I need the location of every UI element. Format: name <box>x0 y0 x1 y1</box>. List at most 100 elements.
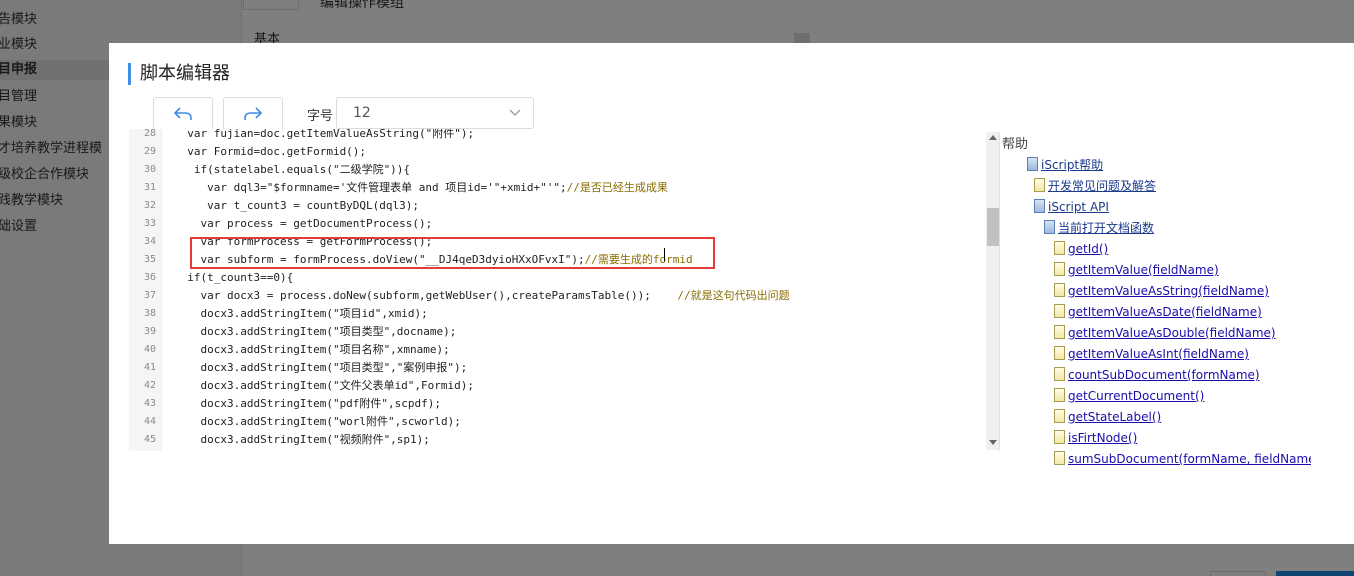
help-link[interactable]: iScript帮助 <box>1041 158 1103 172</box>
error-highlight-box <box>190 237 715 269</box>
line-code: var dql3="$formname='文件管理表单 and 项目id='"+… <box>174 181 668 194</box>
line-number: 28 <box>143 129 156 139</box>
code-line[interactable]: 33 var process = getDocumentProcess(); <box>129 215 983 233</box>
help-tree-item[interactable]: getCurrentDocument() <box>1054 387 1204 405</box>
code-line[interactable]: 43 docx3.addStringItem("pdf附件",scpdf); <box>129 395 983 413</box>
undo-button[interactable] <box>153 97 213 131</box>
code-line[interactable]: 45 docx3.addStringItem("视频附件",sp1); <box>129 431 983 449</box>
line-number: 29 <box>143 146 156 157</box>
help-tree-item[interactable]: isFirtNode() <box>1054 429 1137 447</box>
help-tree-item[interactable]: 当前打开文档函数 <box>1044 219 1154 237</box>
help-tree-item[interactable]: getId() <box>1054 240 1108 258</box>
code-line[interactable]: 32 var t_count3 = countByDQL(dql3); <box>129 197 983 215</box>
text-caret <box>664 248 665 261</box>
line-number: 37 <box>143 290 156 301</box>
document-icon <box>1054 367 1065 381</box>
help-link[interactable]: getItemValueAsInt(fieldName) <box>1068 347 1249 361</box>
line-number: 42 <box>143 380 156 391</box>
code-line[interactable]: 40 docx3.addStringItem("项目名称",xmname); <box>129 341 983 359</box>
help-tree-item[interactable]: getItemValueAsInt(fieldName) <box>1054 345 1249 363</box>
line-code: var fujian=doc.getItemValueAsString("附件"… <box>174 129 475 140</box>
undo-arrow-icon <box>173 107 192 120</box>
line-code: docx3.addStringItem("项目id",xmid); <box>174 307 428 320</box>
font-size-value: 12 <box>353 105 371 121</box>
help-tree-item[interactable]: getItemValueAsString(fieldName) <box>1054 282 1269 300</box>
help-tree-item[interactable]: getItemValue(fieldName) <box>1054 261 1219 279</box>
help-link[interactable]: countSubDocument(formName) <box>1068 368 1260 382</box>
document-icon <box>1054 241 1065 255</box>
line-number: 44 <box>143 416 156 427</box>
code-line[interactable]: 39 docx3.addStringItem("项目类型",docname); <box>129 323 983 341</box>
document-icon <box>1054 283 1065 297</box>
help-title: 帮助 <box>1002 137 1029 152</box>
line-code: docx3.addStringItem("项目类型","案例申报"); <box>174 361 468 374</box>
help-link[interactable]: getItemValueAsDouble(fieldName) <box>1068 326 1276 340</box>
code-line[interactable]: 29 var Formid=doc.getFormid(); <box>129 143 983 161</box>
code-line[interactable]: 38 docx3.addStringItem("项目id",xmid); <box>129 305 983 323</box>
help-link[interactable]: getItemValueAsDate(fieldName) <box>1068 305 1262 319</box>
line-code: if(t_count3==0){ <box>174 271 294 284</box>
code-line[interactable]: 46 process.doCreate(docx3); <box>129 449 983 451</box>
help-link[interactable]: isFirtNode() <box>1068 431 1137 445</box>
code-line[interactable]: 28 var fujian=doc.getItemValueAsString("… <box>129 129 983 143</box>
line-number: 43 <box>143 398 156 409</box>
help-tree-item[interactable]: 开发常见问题及解答 <box>1034 177 1156 195</box>
line-number: 34 <box>143 236 156 247</box>
scroll-thumb[interactable] <box>987 208 999 246</box>
document-icon <box>1054 346 1065 360</box>
line-number: 36 <box>143 272 156 283</box>
help-tree-item[interactable]: iScript API <box>1034 198 1109 216</box>
line-number: 33 <box>143 218 156 229</box>
line-number: 41 <box>143 362 156 373</box>
help-link[interactable]: iScript API <box>1048 200 1109 214</box>
line-code: docx3.addStringItem("文件父表单id",Formid); <box>174 379 475 392</box>
code-line[interactable]: 42 docx3.addStringItem("文件父表单id",Formid)… <box>129 377 983 395</box>
help-link[interactable]: getItemValueAsString(fieldName) <box>1068 284 1269 298</box>
line-code: var Formid=doc.getFormid(); <box>174 145 367 158</box>
code-line[interactable]: 36 if(t_count3==0){ <box>129 269 983 287</box>
line-code: docx3.addStringItem("pdf附件",scpdf); <box>174 397 442 410</box>
help-tree-item[interactable]: getItemValueAsDate(fieldName) <box>1054 303 1262 321</box>
title-accent-bar <box>128 63 131 85</box>
redo-arrow-icon <box>244 107 263 120</box>
help-tree-item[interactable]: iScript帮助 <box>1027 156 1103 174</box>
scroll-up-arrow-icon[interactable] <box>989 135 997 140</box>
font-size-select[interactable]: 12 <box>336 97 534 129</box>
help-link[interactable]: getId() <box>1068 242 1108 256</box>
scroll-down-arrow-icon[interactable] <box>989 440 997 445</box>
document-icon <box>1054 451 1065 465</box>
line-code: process.doCreate(docx3); <box>174 449 359 451</box>
help-panel: 帮助 iScript帮助开发常见问题及解答 iScript API 当前打开文档函数… <box>986 132 1311 475</box>
help-tree-item[interactable]: sumSubDocument(formName, fieldName) <box>1054 450 1311 468</box>
code-line[interactable]: 30 if(statelabel.equals("二级学院")){ <box>129 161 983 179</box>
document-icon <box>1054 409 1065 423</box>
code-line[interactable]: 37 var docx3 = process.doNew(subform,get… <box>129 287 983 305</box>
help-tree-item[interactable]: countSubDocument(formName) <box>1054 366 1260 384</box>
help-link[interactable]: getCurrentDocument() <box>1068 389 1204 403</box>
document-icon <box>1054 430 1065 444</box>
book-icon <box>1044 220 1055 234</box>
redo-button[interactable] <box>223 97 283 131</box>
line-code: docx3.addStringItem("项目名称",xmname); <box>174 343 450 356</box>
help-link[interactable]: 当前打开文档函数 <box>1058 221 1154 235</box>
line-number: 46 <box>129 449 156 451</box>
book-icon <box>1027 157 1038 171</box>
help-tree-item[interactable]: getItemValueAsDouble(fieldName) <box>1054 324 1276 342</box>
code-line[interactable]: 44 docx3.addStringItem("worl附件",scworld)… <box>129 413 983 431</box>
help-link[interactable]: 开发常见问题及解答 <box>1048 179 1156 193</box>
line-number: 38 <box>143 308 156 319</box>
code-line[interactable]: 41 docx3.addStringItem("项目类型","案例申报"); <box>129 359 983 377</box>
font-size-label: 字号 <box>307 109 334 124</box>
help-tree-item[interactable]: getStateLabel() <box>1054 408 1161 426</box>
code-editor[interactable]: 28 var fujian=doc.getItemValueAsString("… <box>129 129 983 451</box>
help-link[interactable]: getStateLabel() <box>1068 410 1161 424</box>
line-code: docx3.addStringItem("项目类型",docname); <box>174 325 457 338</box>
document-icon <box>1034 178 1045 192</box>
help-link[interactable]: sumSubDocument(formName, fieldName) <box>1068 452 1311 466</box>
line-number: 31 <box>143 182 156 193</box>
help-scrollbar[interactable] <box>986 132 1000 450</box>
book-icon <box>1034 199 1045 213</box>
help-link[interactable]: getItemValue(fieldName) <box>1068 263 1219 277</box>
code-line[interactable]: 31 var dql3="$formname='文件管理表单 and 项目id=… <box>129 179 983 197</box>
line-number: 30 <box>143 164 156 175</box>
